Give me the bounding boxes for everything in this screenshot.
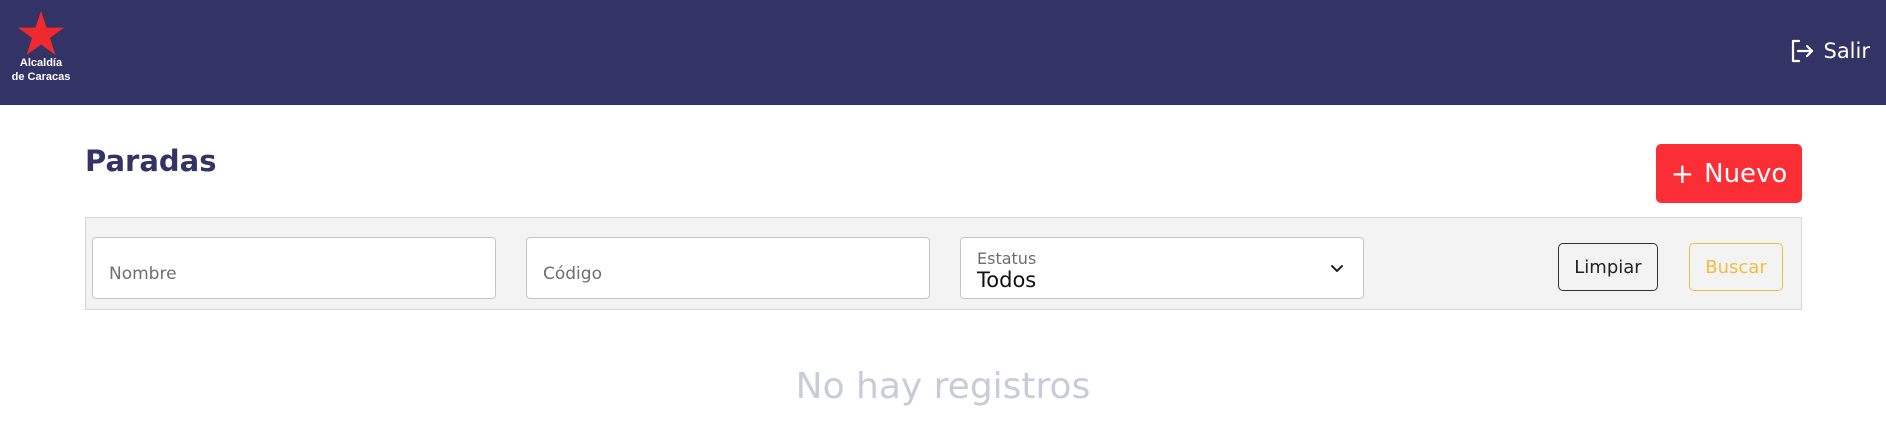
search-button[interactable]: Buscar [1689, 243, 1783, 291]
name-field[interactable] [92, 237, 496, 299]
logout-button[interactable]: Salir [1789, 38, 1870, 64]
plus-icon: + [1670, 156, 1695, 190]
red-star-icon [18, 11, 64, 55]
page-title: Paradas [85, 144, 217, 178]
code-input[interactable] [527, 238, 929, 298]
new-button-label: Nuevo [1704, 158, 1788, 189]
new-button[interactable]: + Nuevo [1656, 144, 1802, 203]
logout-label: Salir [1823, 39, 1870, 63]
clear-button[interactable]: Limpiar [1558, 243, 1658, 291]
status-select[interactable]: Estatus Todos [960, 237, 1364, 299]
status-value: Todos [977, 268, 1037, 292]
chevron-down-icon [1329, 260, 1345, 280]
logo-line-2: de Caracas [11, 71, 71, 83]
name-input[interactable] [93, 238, 495, 298]
filter-panel: Estatus Todos Limpiar Buscar [85, 217, 1802, 310]
logo-line-1: Alcaldía [19, 57, 63, 69]
alcaldia-logo[interactable]: Alcaldía de Caracas [6, 10, 76, 84]
status-label: Estatus [977, 249, 1037, 268]
top-navbar: Alcaldía de Caracas Salir [0, 0, 1886, 105]
logout-icon [1789, 38, 1815, 64]
code-field[interactable] [526, 237, 930, 299]
empty-state-message: No hay registros [795, 366, 1091, 407]
